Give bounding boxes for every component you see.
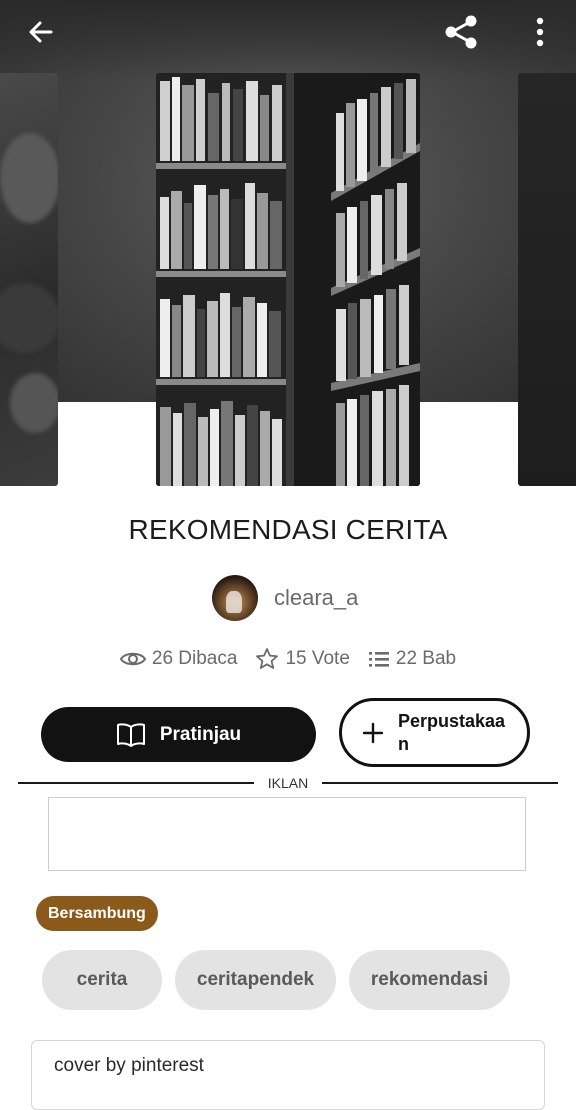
arrow-left-icon [29,21,53,43]
more-vertical-icon [536,17,544,47]
reads-count: 26 Dibaca [151,648,238,669]
story-description: cover by pinterest [31,1040,545,1110]
top-app-bar [0,0,576,62]
tag-chip[interactable]: ceritapendek [175,950,336,1010]
reads-stat: 26 Dibaca [119,648,238,670]
bookshelf-image [156,73,420,486]
chapters-count: 22 Bab [395,648,457,669]
eye-icon [119,652,146,666]
share-icon [445,15,477,49]
preview-button[interactable]: Pratinjau [41,707,316,762]
next-story-cover[interactable] [518,73,576,486]
votes-count: 15 Vote [285,648,350,669]
description-text: cover by pinterest [54,1055,204,1076]
ad-slot[interactable] [48,797,526,871]
author-name: cleara_a [274,585,359,610]
more-options-button[interactable] [518,10,562,54]
library-label: Perpustakaan [398,710,506,754]
story-title: REKOMENDASI CERITA [128,514,448,545]
chapters-stat: 22 Bab [368,648,456,670]
status-badge: Bersambung [36,896,158,931]
avatar [212,575,258,621]
plus-icon [362,722,384,743]
share-button[interactable] [439,10,483,54]
ad-divider-right [322,782,558,784]
story-stats: 26 Dibaca 15 Vote 22 Bab [0,647,576,671]
book-open-icon [116,722,145,747]
add-to-library-button[interactable]: Perpustakaan [339,698,530,767]
star-icon [256,648,279,669]
back-button[interactable] [19,10,63,54]
list-icon [368,652,389,667]
previous-story-cover[interactable] [0,73,58,486]
story-cover-image [156,73,420,486]
author-link[interactable]: cleara_a [212,574,358,622]
tag-chip[interactable]: rekomendasi [349,950,510,1010]
votes-stat: 15 Vote [255,647,350,671]
tag-chip[interactable]: cerita [42,950,162,1010]
preview-label: Pratinjau [159,723,242,745]
